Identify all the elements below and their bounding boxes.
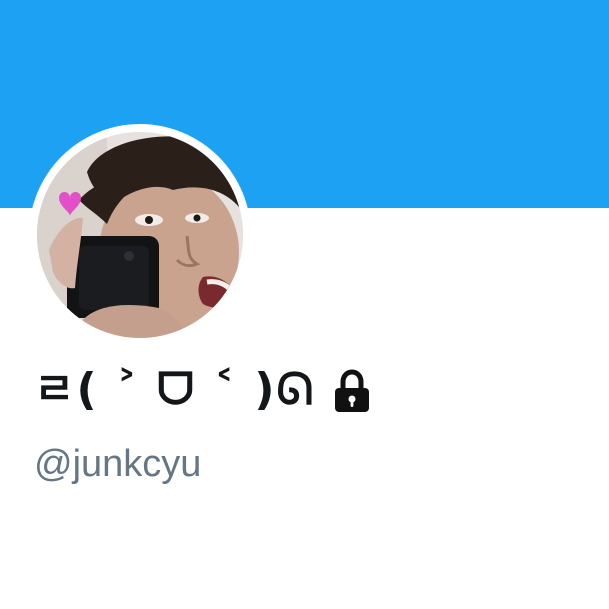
avatar[interactable] [37,132,243,338]
display-name: ㄹ( ˃ ᗜ ˂ )ᘏ [34,364,316,415]
display-name-row: ㄹ( ˃ ᗜ ˂ )ᘏ [34,360,375,420]
avatar-photo [37,132,243,338]
avatar-border [29,124,251,346]
lock-icon [329,369,375,415]
username-handle[interactable]: @junkcyu [34,440,201,488]
